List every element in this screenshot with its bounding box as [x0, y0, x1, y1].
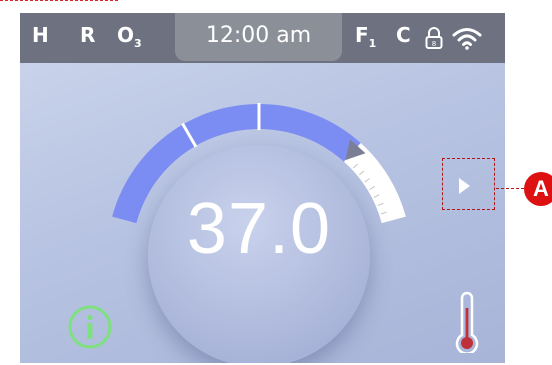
info-icon[interactable] — [68, 305, 112, 349]
thermometer-icon[interactable] — [452, 291, 482, 353]
callout-badge: A — [524, 172, 552, 206]
control-panel-screen: H R O3 12:00 am F1 C 8 37.0 — [20, 13, 505, 363]
temperature-value: 37.0 — [186, 189, 332, 269]
arrow-right-icon — [459, 178, 470, 194]
callout-leader-line — [496, 188, 524, 189]
callout-top-border — [0, 0, 118, 6]
